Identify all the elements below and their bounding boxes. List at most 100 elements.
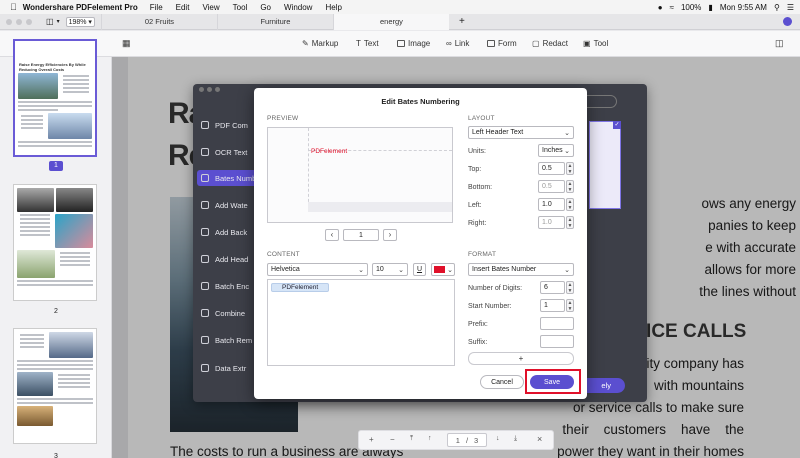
menu-window[interactable]: Window bbox=[284, 3, 312, 12]
grid-view-icon[interactable]: ▦ bbox=[122, 38, 131, 49]
color-select[interactable]: ⌄ bbox=[431, 263, 455, 276]
battery-icon[interactable]: ▮ bbox=[708, 3, 712, 12]
menu-edit[interactable]: Edit bbox=[176, 3, 190, 12]
redact-tool[interactable]: ▢ Redact bbox=[532, 39, 568, 48]
new-tab-button[interactable]: + bbox=[459, 16, 465, 27]
tab-furniture[interactable]: Furniture bbox=[216, 13, 333, 30]
wifi-icon[interactable]: ≈ bbox=[670, 3, 674, 12]
minimize-window-icon[interactable] bbox=[16, 18, 22, 25]
start-number-input[interactable]: 1 bbox=[540, 299, 565, 312]
digits-input[interactable]: 6 bbox=[540, 281, 565, 294]
prev-page-button[interactable]: ‹ bbox=[325, 229, 339, 241]
search-icon[interactable]: ⚲ bbox=[774, 3, 780, 12]
tool-label: Tool bbox=[593, 39, 609, 48]
bates-token[interactable]: PDFelement bbox=[271, 283, 329, 292]
top-input[interactable]: 0.5 bbox=[538, 162, 565, 175]
close-icon[interactable] bbox=[199, 87, 204, 92]
batch-item-batch-remove[interactable]: Batch Rem bbox=[201, 332, 257, 348]
tool-tool[interactable]: ▣ Tool bbox=[583, 39, 608, 48]
zoom-select[interactable]: 198% ▾ bbox=[65, 16, 95, 27]
bottom-stepper[interactable]: ▲ ▼ bbox=[566, 180, 574, 193]
format-select[interactable]: Insert Bates Number ⌄ bbox=[468, 263, 574, 276]
menu-file[interactable]: File bbox=[150, 3, 163, 12]
zoom-window-icon[interactable] bbox=[26, 18, 32, 25]
underline-button[interactable]: U bbox=[413, 263, 426, 276]
sidebar-toggle-icon[interactable]: ◫ bbox=[46, 17, 54, 26]
digits-stepper[interactable]: ▲ ▼ bbox=[566, 281, 574, 294]
markup-tool[interactable]: ✎ Markup bbox=[302, 39, 338, 48]
preview-page-input[interactable]: 1 bbox=[343, 229, 379, 241]
batch-item-batch-encrypt[interactable]: Batch Enc bbox=[201, 278, 257, 294]
zoom-out-icon[interactable]: − bbox=[390, 435, 395, 444]
next-page-icon[interactable]: ↓ bbox=[496, 435, 500, 442]
page-number-1[interactable]: 1 bbox=[49, 161, 63, 171]
batch-item-add-background[interactable]: Add Back bbox=[201, 224, 257, 240]
tab-02-fruits[interactable]: 02 Fruits bbox=[100, 13, 217, 30]
batch-item-label: Data Extr bbox=[215, 363, 247, 373]
tab-energy[interactable]: energy bbox=[332, 13, 449, 30]
batch-item-ocr[interactable]: OCR Text bbox=[201, 144, 257, 160]
chevron-down-icon[interactable]: ▾ bbox=[57, 18, 60, 25]
font-size-select[interactable]: 10 ⌄ bbox=[372, 263, 408, 276]
right-input[interactable]: 1.0 bbox=[538, 216, 565, 229]
minimize-icon[interactable] bbox=[207, 87, 212, 92]
start-number-stepper[interactable]: ▲ ▼ bbox=[566, 299, 574, 312]
panel-toggle-icon[interactable]: ◫ bbox=[775, 38, 784, 49]
suffix-input[interactable] bbox=[540, 335, 574, 348]
status-icon[interactable]: ● bbox=[658, 3, 663, 12]
control-center-icon[interactable]: ☰ bbox=[787, 3, 794, 12]
thumbnail-image bbox=[17, 406, 53, 426]
prev-page-icon[interactable]: ↑ bbox=[428, 435, 432, 442]
image-tool[interactable]: Image bbox=[397, 39, 430, 48]
batch-item-add-watermark[interactable]: Add Wate bbox=[201, 197, 257, 213]
zoom-in-icon[interactable]: + bbox=[369, 435, 374, 444]
page-number-2[interactable]: 2 bbox=[49, 307, 63, 317]
right-stepper[interactable]: ▲ ▼ bbox=[566, 216, 574, 229]
top-label: Top: bbox=[468, 166, 482, 173]
apple-icon[interactable]:  bbox=[10, 2, 17, 12]
top-stepper[interactable]: ▲ ▼ bbox=[566, 162, 574, 175]
cancel-button[interactable]: Cancel bbox=[480, 375, 524, 389]
app-name-menu[interactable]: Wondershare PDFelement Pro bbox=[23, 3, 138, 12]
file-list-item[interactable] bbox=[589, 121, 621, 209]
text-tool[interactable]: T Text bbox=[356, 39, 379, 48]
batch-item-add-header[interactable]: Add Head bbox=[201, 251, 257, 267]
first-page-icon[interactable]: ⤒ bbox=[410, 435, 413, 443]
page-input[interactable]: 1 / 3 bbox=[447, 433, 487, 447]
clock[interactable]: Mon 9:55 AM bbox=[720, 3, 767, 12]
batch-item-combine[interactable]: Combine bbox=[201, 305, 257, 321]
tool-label: Text bbox=[363, 39, 379, 48]
page-number-3[interactable]: 3 bbox=[49, 452, 63, 458]
menu-go[interactable]: Go bbox=[260, 3, 271, 12]
next-page-button[interactable]: › bbox=[383, 229, 397, 241]
batch-item-bates-numbering[interactable]: Bates Numb bbox=[197, 170, 257, 186]
font-select[interactable]: Helvetica ⌄ bbox=[267, 263, 368, 276]
menu-help[interactable]: Help bbox=[325, 3, 341, 12]
add-button[interactable]: + bbox=[468, 352, 574, 365]
menu-view[interactable]: View bbox=[202, 3, 219, 12]
zoom-icon[interactable] bbox=[215, 87, 220, 92]
save-button[interactable]: Save bbox=[530, 375, 574, 389]
form-tool[interactable]: Form bbox=[487, 39, 517, 48]
units-select[interactable]: Inches ⌄ bbox=[538, 144, 574, 157]
page-thumbnail-2[interactable] bbox=[13, 184, 97, 301]
batch-item-data-extract[interactable]: Data Extr bbox=[201, 360, 257, 376]
batch-item-pdf-convert[interactable]: PDF Com bbox=[201, 117, 257, 133]
batch-item-label: Batch Enc bbox=[215, 281, 250, 291]
left-stepper[interactable]: ▲ ▼ bbox=[566, 198, 574, 211]
left-input[interactable]: 1.0 bbox=[538, 198, 565, 211]
link-tool[interactable]: ∞ Link bbox=[446, 39, 469, 48]
close-window-icon[interactable] bbox=[6, 18, 12, 25]
layout-select[interactable]: Left Header Text ⌄ bbox=[468, 126, 574, 139]
close-icon[interactable]: × bbox=[537, 434, 542, 444]
page-thumbnail-3[interactable] bbox=[13, 328, 97, 444]
last-page-icon[interactable]: ⤓ bbox=[514, 435, 517, 443]
page-thumbnail-1[interactable]: Raise Energy Efficiencies By While Reduc… bbox=[13, 39, 97, 157]
bottom-input[interactable]: 0.5 bbox=[538, 180, 565, 193]
checkbox-checked-icon[interactable]: ✓ bbox=[613, 121, 621, 129]
prefix-input[interactable] bbox=[540, 317, 574, 330]
account-icon[interactable] bbox=[783, 17, 792, 26]
content-textarea[interactable]: PDFelement bbox=[267, 279, 455, 366]
app-window:  Wondershare PDFelement Pro File Edit V… bbox=[0, 0, 800, 458]
menu-tool[interactable]: Tool bbox=[233, 3, 248, 12]
